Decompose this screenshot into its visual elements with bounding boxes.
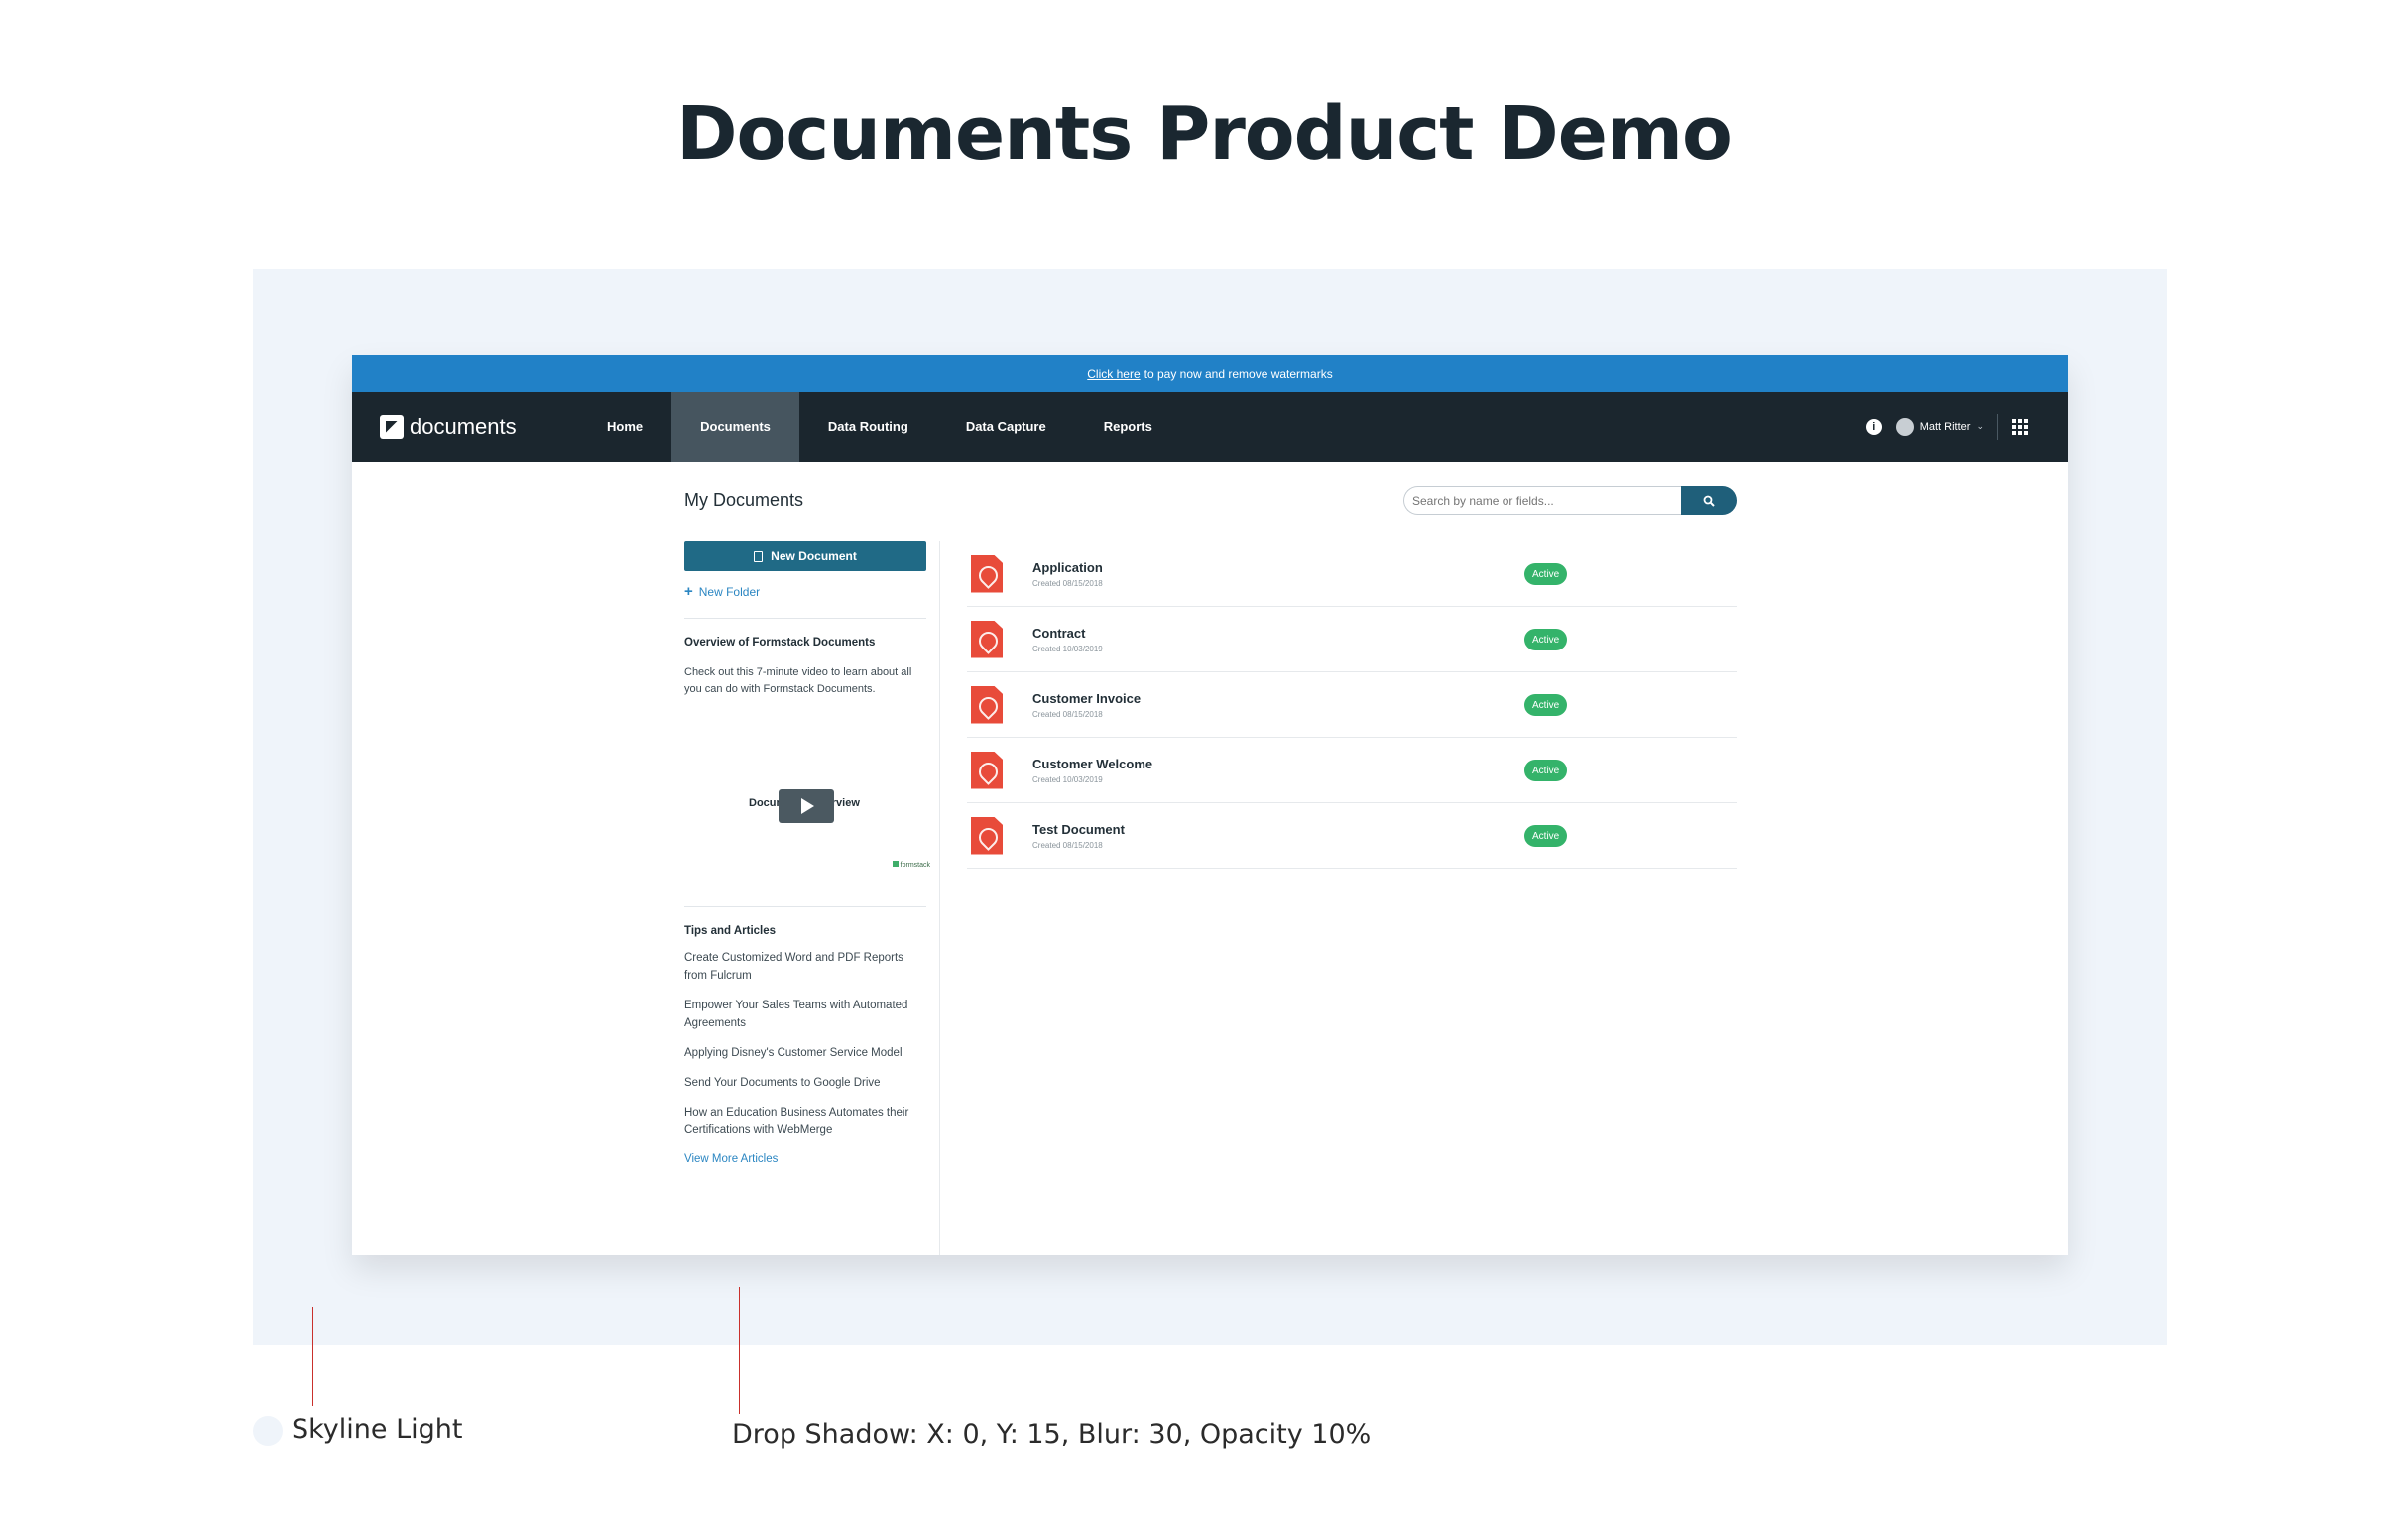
documents-logo-icon — [380, 414, 404, 439]
column-divider — [939, 541, 940, 1255]
document-name: Application — [1032, 559, 1103, 575]
pdf-icon — [971, 816, 1003, 855]
tip-link[interactable]: Empower Your Sales Teams with Automated … — [684, 997, 926, 1032]
document-name: Contract — [1032, 625, 1086, 641]
list-item[interactable]: Test Document Created 08/15/2018 Active — [967, 803, 1737, 869]
top-navbar: documents Home Documents Data Routing Da… — [352, 392, 2068, 462]
page-title: Documents Product Demo — [676, 91, 1733, 177]
list-item[interactable]: Customer Welcome Created 10/03/2019 Acti… — [967, 738, 1737, 803]
status-badge: Active — [1524, 563, 1568, 585]
nav-item-documents[interactable]: Documents — [671, 392, 799, 462]
main-content: My Documents New Document + New Folder O… — [352, 462, 2068, 1255]
search-bar — [1403, 486, 1737, 515]
pdf-icon — [971, 751, 1003, 789]
tip-link[interactable]: Send Your Documents to Google Drive — [684, 1074, 926, 1092]
brand-name: documents — [410, 413, 517, 439]
watermark-banner: Click here to pay now and remove waterma… — [352, 355, 2068, 392]
document-created: Created 08/15/2018 — [1032, 709, 1103, 719]
nav-item-reports[interactable]: Reports — [1075, 392, 1181, 462]
divider — [684, 618, 926, 619]
swatch-label: Skyline Light — [292, 1414, 463, 1445]
app-window: Click here to pay now and remove waterma… — [352, 355, 2068, 1255]
avatar — [1895, 417, 1914, 436]
overview-video[interactable]: Documents Overview formstack — [684, 710, 930, 888]
status-badge: Active — [1524, 629, 1568, 650]
pdf-icon — [971, 685, 1003, 724]
new-document-label: New Document — [771, 549, 857, 563]
user-menu[interactable]: Matt Ritter ⌄ — [1895, 413, 1998, 440]
list-item[interactable]: Customer Invoice Created 08/15/2018 Acti… — [967, 672, 1737, 738]
banner-text: to pay now and remove watermarks — [1144, 366, 1333, 381]
status-badge: Active — [1524, 760, 1568, 781]
sidebar: New Document + New Folder Overview of Fo… — [684, 541, 930, 1165]
apps-grid-icon[interactable] — [2012, 418, 2028, 435]
tip-link[interactable]: Create Customized Word and PDF Reports f… — [684, 949, 926, 985]
nav-item-data-routing[interactable]: Data Routing — [799, 392, 937, 462]
list-item[interactable]: Application Created 08/15/2018 Active — [967, 541, 1737, 607]
document-name: Test Document — [1032, 821, 1125, 837]
tip-link[interactable]: Applying Disney's Customer Service Model — [684, 1044, 926, 1062]
status-badge: Active — [1524, 694, 1568, 716]
formstack-logo: formstack — [893, 861, 930, 869]
plus-icon: + — [684, 583, 693, 600]
info-icon[interactable]: i — [1866, 418, 1882, 435]
pdf-icon — [971, 554, 1003, 593]
nav-right: i Matt Ritter ⌄ — [1866, 392, 2028, 462]
brand-logo[interactable]: documents — [380, 414, 558, 440]
document-created: Created 08/15/2018 — [1032, 840, 1103, 850]
new-folder-label: New Folder — [698, 584, 761, 599]
document-list: Application Created 08/15/2018 Active Co… — [967, 541, 1737, 869]
tips-heading: Tips and Articles — [684, 925, 777, 937]
search-button[interactable] — [1681, 486, 1737, 515]
tips-list: Create Customized Word and PDF Reports f… — [684, 949, 926, 1139]
new-folder-link[interactable]: + New Folder — [684, 583, 926, 600]
document-created: Created 10/03/2019 — [1032, 774, 1103, 784]
chevron-down-icon: ⌄ — [1976, 421, 1984, 431]
shadow-label: Drop Shadow: X: 0, Y: 15, Blur: 30, Opac… — [732, 1419, 1372, 1450]
pay-now-link[interactable]: Click here — [1087, 367, 1140, 381]
document-created: Created 10/03/2019 — [1032, 644, 1103, 653]
divider — [684, 906, 926, 907]
overview-heading: Overview of Formstack Documents — [684, 637, 876, 649]
list-item[interactable]: Contract Created 10/03/2019 Active — [967, 607, 1737, 672]
my-documents-heading: My Documents — [684, 490, 804, 510]
search-icon — [1703, 495, 1715, 507]
document-created: Created 08/15/2018 — [1032, 578, 1103, 588]
new-document-button[interactable]: New Document — [684, 541, 926, 571]
view-more-articles-link[interactable]: View More Articles — [684, 1153, 926, 1165]
pdf-icon — [971, 620, 1003, 658]
play-icon[interactable] — [779, 789, 834, 823]
swatch-pointer-line — [312, 1307, 313, 1406]
document-name: Customer Invoice — [1032, 690, 1142, 706]
color-swatch — [253, 1416, 283, 1446]
document-icon — [754, 550, 764, 562]
tip-link[interactable]: How an Education Business Automates thei… — [684, 1104, 926, 1139]
status-badge: Active — [1524, 825, 1568, 847]
shadow-pointer-line — [739, 1287, 740, 1414]
overview-text: Check out this 7-minute video to learn a… — [684, 666, 912, 695]
nav-item-home[interactable]: Home — [578, 392, 671, 462]
nav-items: Home Documents Data Routing Data Capture… — [578, 392, 1181, 462]
document-name: Customer Welcome — [1032, 756, 1153, 771]
nav-item-data-capture[interactable]: Data Capture — [937, 392, 1075, 462]
search-input[interactable] — [1403, 486, 1681, 515]
user-name: Matt Ritter — [1919, 420, 1971, 433]
